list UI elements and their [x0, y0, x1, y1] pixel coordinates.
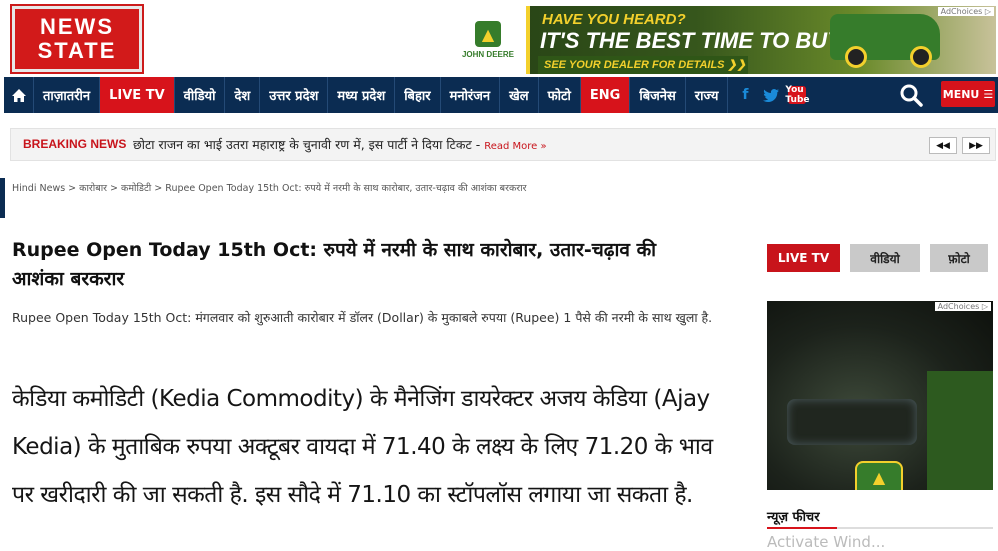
feature-divider: [767, 527, 993, 529]
social-links: f You Tube: [728, 77, 814, 113]
nav-item-sports[interactable]: खेल: [500, 77, 539, 113]
home-icon[interactable]: [4, 77, 34, 113]
tractor-dashboard-image: [787, 399, 917, 445]
nav-item-bihar[interactable]: बिहार: [395, 77, 441, 113]
sidebar-ad[interactable]: AdChoices ▷ ▲: [767, 301, 993, 490]
breaking-news-text[interactable]: छोटा राजन का भाई उतरा महाराष्ट्र के चुना…: [133, 136, 547, 153]
wheel-shape: [910, 46, 932, 68]
nav-item-business[interactable]: बिजनेस: [630, 77, 686, 113]
ad-line-2: IT'S THE BEST TIME TO BUY: [540, 28, 842, 53]
nav-item-entertainment[interactable]: मनोरंजन: [441, 77, 501, 113]
tab-live-tv[interactable]: LIVE TV: [767, 244, 840, 272]
nav-item-states[interactable]: राज्य: [686, 77, 729, 113]
youtube-icon[interactable]: You Tube: [785, 85, 809, 105]
search-icon[interactable]: [898, 82, 926, 108]
deer-icon: ▲: [855, 461, 903, 490]
menu-button[interactable]: MENU ☰: [941, 81, 995, 107]
ad-line-1: HAVE YOU HEARD?: [542, 11, 686, 28]
hamburger-icon: ☰: [983, 87, 994, 101]
top-banner-ad[interactable]: ▲ JOHN DEERE HAVE YOU HEARD? IT'S THE BE…: [450, 6, 996, 74]
breaking-headline[interactable]: छोटा राजन का भाई उतरा महाराष्ट्र के चुना…: [133, 137, 480, 152]
nav-item-uttar-pradesh[interactable]: उत्तर प्रदेश: [260, 77, 329, 113]
nav-item-english[interactable]: ENG: [580, 77, 631, 113]
tractor-body-image: [927, 371, 993, 490]
breaking-news-label: BREAKING NEWS: [23, 137, 127, 151]
logo-line-1: NEWS: [40, 14, 114, 39]
ad-line-3: SEE YOUR DEALER FOR DETAILS ❯❯: [538, 56, 748, 74]
tab-video[interactable]: वीडियो: [850, 244, 920, 272]
breadcrumb[interactable]: Hindi News > कारोबार > कमोडिटी > Rupee O…: [12, 181, 527, 194]
wheel-shape: [845, 46, 867, 68]
ticker-next-button[interactable]: ▶▶: [962, 137, 990, 154]
article-summary: Rupee Open Today 15th Oct: मंगलवार को शु…: [12, 310, 713, 325]
john-deere-logo: ▲ JOHN DEERE: [450, 6, 530, 74]
feature-item-preview[interactable]: Activate Wind...: [767, 533, 885, 551]
ticker-prev-button[interactable]: ◀◀: [929, 137, 957, 154]
nav-item-country[interactable]: देश: [225, 77, 261, 113]
brand-name: JOHN DEERE: [461, 50, 514, 59]
logo-line-2: STATE: [37, 38, 117, 63]
deer-icon: ▲: [475, 21, 501, 47]
nav-item-madhya-pradesh[interactable]: मध्य प्रदेश: [328, 77, 396, 113]
article-body-text: केडिया कमोडिटी (Kedia Commodity) के मैने…: [12, 386, 713, 508]
news-feature-title: न्यूज़ फीचर: [767, 510, 820, 525]
menu-label: MENU: [942, 87, 980, 101]
logo-box: NEWS STATE: [15, 9, 139, 69]
left-accent-bar: [0, 178, 5, 218]
adchoices-badge[interactable]: AdChoices ▷: [934, 302, 991, 311]
adchoices-badge[interactable]: AdChoices ▷: [937, 7, 994, 16]
news-state-logo[interactable]: NEWS STATE: [10, 4, 144, 74]
nav-item-photo[interactable]: फोटो: [539, 77, 581, 113]
tab-photo[interactable]: फ़ोटो: [930, 244, 988, 272]
facebook-icon[interactable]: f: [736, 86, 754, 104]
twitter-icon[interactable]: [762, 86, 780, 104]
main-nav: ताज़ातरीन LIVE TV वीडियो देश उत्तर प्रदे…: [4, 77, 998, 113]
article-headline: Rupee Open Today 15th Oct: रुपये में नरम…: [12, 239, 657, 290]
nav-item-video[interactable]: वीडियो: [175, 77, 226, 113]
nav-item-live-tv[interactable]: LIVE TV: [100, 77, 175, 113]
breaking-news-ticker: BREAKING NEWS छोटा राजन का भाई उतरा महार…: [10, 128, 996, 161]
nav-item-latest[interactable]: ताज़ातरीन: [34, 77, 101, 113]
read-more-link[interactable]: Read More »: [484, 141, 546, 152]
